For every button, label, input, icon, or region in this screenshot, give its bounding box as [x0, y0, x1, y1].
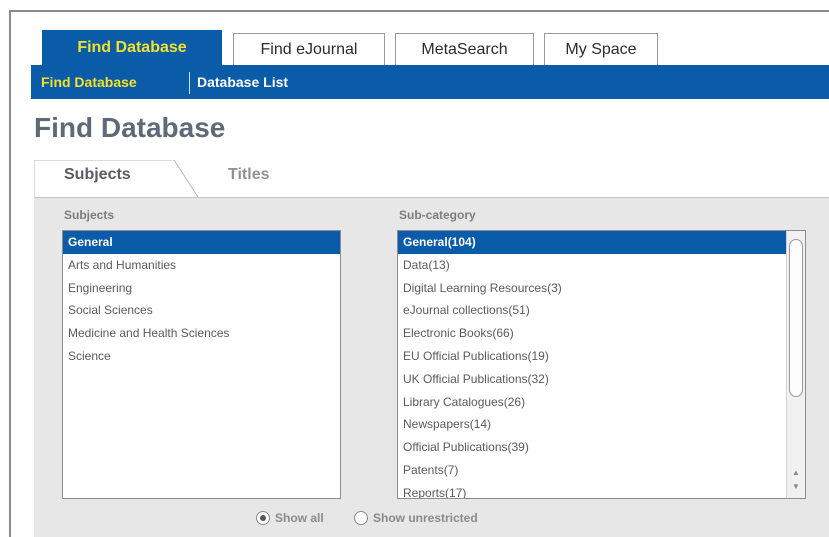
- subject-item[interactable]: General: [63, 231, 340, 254]
- sub-category-item[interactable]: Newspapers(14): [398, 413, 787, 436]
- subject-item[interactable]: Medicine and Health Sciences: [63, 322, 340, 345]
- show-unrestricted-radio[interactable]: [354, 511, 368, 525]
- sub-category-item[interactable]: General(104): [398, 231, 787, 254]
- subnav-database-list[interactable]: Database List: [197, 65, 288, 99]
- frame-top-border: [9, 10, 829, 12]
- subjects-label: Subjects: [64, 208, 115, 222]
- subtab-titles[interactable]: Titles: [228, 166, 270, 184]
- tab-find-ejournal[interactable]: Find eJournal: [233, 33, 385, 65]
- tab-my-space[interactable]: My Space: [544, 33, 658, 65]
- scrollbar-thumb[interactable]: [789, 239, 803, 397]
- subjects-listbox[interactable]: General Arts and Humanities Engineering …: [62, 230, 341, 499]
- show-unrestricted-label[interactable]: Show unrestricted: [373, 511, 478, 525]
- subject-item[interactable]: Engineering: [63, 277, 340, 300]
- subject-item[interactable]: Science: [63, 345, 340, 368]
- scroll-down-arrow-icon[interactable]: ▼: [791, 482, 801, 492]
- page-title: Find Database: [34, 112, 226, 143]
- sub-navigation-bar: Find Database Database List: [31, 65, 829, 99]
- sub-category-item[interactable]: Patents(7): [398, 459, 787, 482]
- sub-category-item[interactable]: UK Official Publications(32): [398, 368, 787, 391]
- subject-item[interactable]: Arts and Humanities: [63, 254, 340, 277]
- sub-category-item[interactable]: Library Catalogues(26): [398, 391, 787, 414]
- show-all-radio[interactable]: [256, 511, 270, 525]
- tab-find-database[interactable]: Find Database: [42, 30, 222, 65]
- subtab-subjects[interactable]: Subjects: [64, 166, 131, 184]
- sub-tab-bar: Subjects Titles: [34, 160, 829, 198]
- sub-category-item[interactable]: Digital Learning Resources(3): [398, 277, 787, 300]
- sub-category-item[interactable]: EU Official Publications(19): [398, 345, 787, 368]
- show-all-label[interactable]: Show all: [275, 511, 324, 525]
- selection-panel: Subjects Sub-category General Arts and H…: [34, 198, 829, 537]
- sub-category-listbox[interactable]: General(104) Data(13) Digital Learning R…: [397, 230, 806, 499]
- sub-category-item[interactable]: Official Publications(39): [398, 436, 787, 459]
- tab-metasearch[interactable]: MetaSearch: [395, 33, 534, 65]
- sub-category-item[interactable]: Data(13): [398, 254, 787, 277]
- scroll-up-arrow-icon[interactable]: ▲: [791, 468, 801, 478]
- subnav-divider: [189, 72, 190, 94]
- sub-category-item[interactable]: Reports(17): [398, 482, 787, 498]
- frame-left-border: [9, 10, 11, 537]
- sub-category-item[interactable]: Electronic Books(66): [398, 322, 787, 345]
- sub-category-scrollbar[interactable]: ▲ ▼: [786, 231, 805, 498]
- sub-category-item[interactable]: eJournal collections(51): [398, 299, 787, 322]
- sub-category-label: Sub-category: [399, 208, 476, 222]
- subject-item[interactable]: Social Sciences: [63, 299, 340, 322]
- subnav-find-database[interactable]: Find Database: [41, 65, 137, 99]
